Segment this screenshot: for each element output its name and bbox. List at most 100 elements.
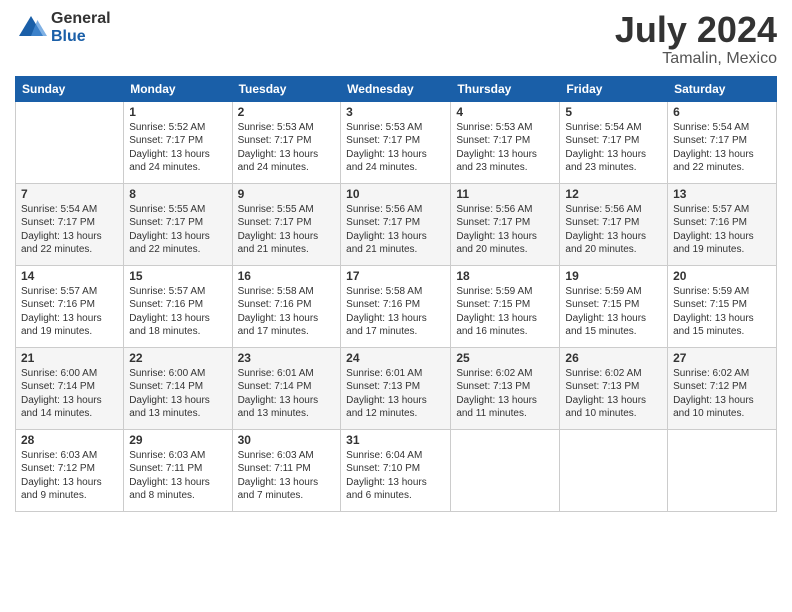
calendar-table: Sunday Monday Tuesday Wednesday Thursday… — [15, 76, 777, 512]
title-location: Tamalin, Mexico — [615, 50, 777, 68]
table-row: 25 Sunrise: 6:02 AMSunset: 7:13 PMDayligh… — [451, 347, 560, 429]
day-number: 12 — [565, 187, 662, 201]
day-info: Sunrise: 5:59 AMSunset: 7:15 PMDaylight:… — [456, 285, 554, 339]
table-row: 4 Sunrise: 5:53 AMSunset: 7:17 PMDaylight… — [451, 101, 560, 183]
table-row: 26 Sunrise: 6:02 AMSunset: 7:13 PMDayligh… — [560, 347, 668, 429]
table-row: 28 Sunrise: 6:03 AMSunset: 7:12 PMDayligh… — [16, 429, 124, 511]
day-number: 17 — [346, 269, 445, 283]
day-info: Sunrise: 6:02 AMSunset: 7:12 PMDaylight:… — [673, 367, 771, 421]
day-number: 31 — [346, 433, 445, 447]
table-row: 3Sunrise: 5:53 AMSunset: 7:17 PMDaylight… — [341, 101, 451, 183]
day-number: 27 — [673, 351, 771, 365]
table-row: 14Sunrise: 5:57 AMSunset: 7:16 PMDayligh… — [16, 265, 124, 347]
day-info: Sunrise: 6:00 AMSunset: 7:14 PMDaylight:… — [21, 367, 118, 421]
table-row — [560, 429, 668, 511]
day-info: Sunrise: 5:57 AMSunset: 7:16 PMDaylight:… — [21, 285, 118, 339]
calendar-page: General Blue July 2024 Tamalin, Mexico S… — [0, 0, 792, 612]
day-info: Sunrise: 5:59 AMSunset: 7:15 PMDaylight:… — [673, 285, 771, 339]
title-month: July 2024 — [615, 10, 777, 50]
day-info: Sunrise: 6:02 AMSunset: 7:13 PMDaylight:… — [456, 367, 554, 421]
calendar-week-row: 28 Sunrise: 6:03 AMSunset: 7:12 PMDayligh… — [16, 429, 777, 511]
day-info: Sunrise: 5:58 AMSunset: 7:16 PMDaylight:… — [238, 285, 336, 339]
table-row — [451, 429, 560, 511]
day-number: 28 — [21, 433, 118, 447]
day-number: 26 — [565, 351, 662, 365]
day-info: Sunrise: 6:03 AMSunset: 7:12 PMDaylight:… — [21, 449, 118, 503]
day-number: 2 — [238, 105, 336, 119]
calendar-week-row: 14Sunrise: 5:57 AMSunset: 7:16 PMDayligh… — [16, 265, 777, 347]
table-row: 5 Sunrise: 5:54 AMSunset: 7:17 PMDaylight… — [560, 101, 668, 183]
logo: General Blue — [15, 10, 111, 45]
day-info: Sunrise: 5:53 AMSunset: 7:17 PMDaylight:… — [456, 121, 554, 175]
day-number: 9 — [238, 187, 336, 201]
day-number: 25 — [456, 351, 554, 365]
day-number: 22 — [129, 351, 226, 365]
day-info: Sunrise: 5:55 AMSunset: 7:17 PMDaylight:… — [238, 203, 336, 257]
table-row: 9 Sunrise: 5:55 AMSunset: 7:17 PMDaylight… — [232, 183, 341, 265]
table-row — [668, 429, 777, 511]
header: General Blue July 2024 Tamalin, Mexico — [15, 10, 777, 68]
day-info: Sunrise: 5:58 AMSunset: 7:16 PMDaylight:… — [346, 285, 445, 339]
table-row: 8 Sunrise: 5:55 AMSunset: 7:17 PMDaylight… — [124, 183, 232, 265]
day-number: 24 — [346, 351, 445, 365]
day-number: 29 — [129, 433, 226, 447]
table-row: 6Sunrise: 5:54 AMSunset: 7:17 PMDaylight… — [668, 101, 777, 183]
title-block: July 2024 Tamalin, Mexico — [615, 10, 777, 68]
day-info: Sunrise: 5:56 AMSunset: 7:17 PMDaylight:… — [346, 203, 445, 257]
day-number: 8 — [129, 187, 226, 201]
day-number: 16 — [238, 269, 336, 283]
header-sunday: Sunday — [16, 76, 124, 101]
day-number: 23 — [238, 351, 336, 365]
table-row: 12Sunrise: 5:56 AMSunset: 7:17 PMDayligh… — [560, 183, 668, 265]
day-info: Sunrise: 5:56 AMSunset: 7:17 PMDaylight:… — [456, 203, 554, 257]
table-row: 27 Sunrise: 6:02 AMSunset: 7:12 PMDayligh… — [668, 347, 777, 429]
header-friday: Friday — [560, 76, 668, 101]
day-number: 20 — [673, 269, 771, 283]
day-number: 5 — [565, 105, 662, 119]
table-row: 18Sunrise: 5:59 AMSunset: 7:15 PMDayligh… — [451, 265, 560, 347]
day-info: Sunrise: 5:53 AMSunset: 7:17 PMDaylight:… — [238, 121, 336, 175]
table-row: 23Sunrise: 6:01 AMSunset: 7:14 PMDayligh… — [232, 347, 341, 429]
table-row: 10Sunrise: 5:56 AMSunset: 7:17 PMDayligh… — [341, 183, 451, 265]
table-row: 19 Sunrise: 5:59 AMSunset: 7:15 PMDayligh… — [560, 265, 668, 347]
day-info: Sunrise: 5:59 AMSunset: 7:15 PMDaylight:… — [565, 285, 662, 339]
day-number: 7 — [21, 187, 118, 201]
day-number: 11 — [456, 187, 554, 201]
table-row: 22 Sunrise: 6:00 AMSunset: 7:14 PMDayligh… — [124, 347, 232, 429]
table-row: 13Sunrise: 5:57 AMSunset: 7:16 PMDayligh… — [668, 183, 777, 265]
day-info: Sunrise: 5:54 AMSunset: 7:17 PMDaylight:… — [21, 203, 118, 257]
day-info: Sunrise: 6:02 AMSunset: 7:13 PMDaylight:… — [565, 367, 662, 421]
day-info: Sunrise: 5:53 AMSunset: 7:17 PMDaylight:… — [346, 121, 445, 175]
table-row: 30 Sunrise: 6:03 AMSunset: 7:11 PMDayligh… — [232, 429, 341, 511]
day-number: 1 — [129, 105, 226, 119]
day-number: 13 — [673, 187, 771, 201]
day-info: Sunrise: 5:52 AMSunset: 7:17 PMDaylight:… — [129, 121, 226, 175]
header-thursday: Thursday — [451, 76, 560, 101]
table-row: 21 Sunrise: 6:00 AMSunset: 7:14 PMDayligh… — [16, 347, 124, 429]
table-row: 1 Sunrise: 5:52 AMSunset: 7:17 PMDaylight… — [124, 101, 232, 183]
day-number: 4 — [456, 105, 554, 119]
day-info: Sunrise: 5:57 AMSunset: 7:16 PMDaylight:… — [129, 285, 226, 339]
table-row: 31Sunrise: 6:04 AMSunset: 7:10 PMDayligh… — [341, 429, 451, 511]
day-info: Sunrise: 6:00 AMSunset: 7:14 PMDaylight:… — [129, 367, 226, 421]
day-number: 6 — [673, 105, 771, 119]
logo-icon — [15, 12, 47, 44]
logo-general: General — [51, 10, 111, 28]
table-row — [16, 101, 124, 183]
table-row: 17 Sunrise: 5:58 AMSunset: 7:16 PMDayligh… — [341, 265, 451, 347]
day-number: 15 — [129, 269, 226, 283]
day-number: 30 — [238, 433, 336, 447]
day-number: 21 — [21, 351, 118, 365]
day-info: Sunrise: 6:03 AMSunset: 7:11 PMDaylight:… — [238, 449, 336, 503]
day-info: Sunrise: 5:55 AMSunset: 7:17 PMDaylight:… — [129, 203, 226, 257]
logo-text: General Blue — [51, 10, 111, 45]
table-row: 15 Sunrise: 5:57 AMSunset: 7:16 PMDayligh… — [124, 265, 232, 347]
header-saturday: Saturday — [668, 76, 777, 101]
header-tuesday: Tuesday — [232, 76, 341, 101]
logo-blue: Blue — [51, 28, 111, 46]
day-info: Sunrise: 5:54 AMSunset: 7:17 PMDaylight:… — [565, 121, 662, 175]
header-monday: Monday — [124, 76, 232, 101]
day-number: 19 — [565, 269, 662, 283]
calendar-week-row: 7 Sunrise: 5:54 AMSunset: 7:17 PMDaylight… — [16, 183, 777, 265]
calendar-week-row: 21 Sunrise: 6:00 AMSunset: 7:14 PMDayligh… — [16, 347, 777, 429]
